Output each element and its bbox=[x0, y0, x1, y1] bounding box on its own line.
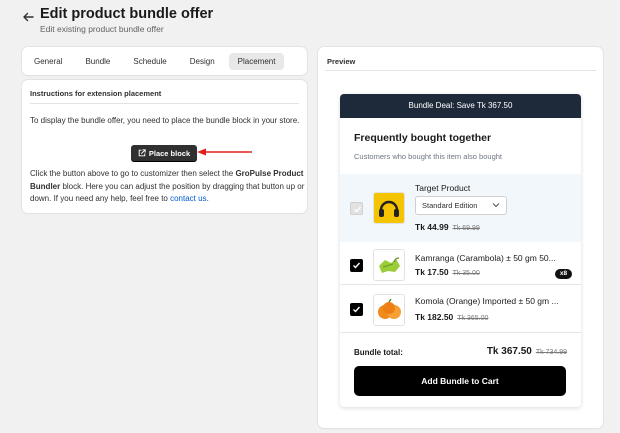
tab-general[interactable]: General bbox=[25, 53, 71, 70]
instructions-paragraph: To display the bundle offer, you need to… bbox=[30, 116, 300, 125]
price-value: Tk 182.50 bbox=[415, 312, 454, 322]
place-block-label: Place block bbox=[148, 148, 191, 158]
help-text: block. Here you can adjust the position … bbox=[30, 181, 305, 204]
product-image bbox=[373, 294, 405, 326]
bundle-total-label: Bundle total: bbox=[354, 348, 403, 357]
item-checkbox[interactable] bbox=[350, 303, 363, 316]
place-block-button[interactable]: Place block bbox=[131, 145, 197, 161]
product-image bbox=[373, 192, 405, 224]
page-title: Edit product bundle offer bbox=[40, 6, 214, 22]
tab-bundle[interactable]: Bundle bbox=[76, 53, 119, 70]
item-checkbox-disabled bbox=[350, 202, 363, 215]
chevron-down-icon bbox=[492, 203, 500, 208]
compare-price: Tk 69.99 bbox=[452, 225, 480, 232]
tabs-card: General Bundle Schedule Design Placement bbox=[22, 47, 307, 75]
bundle-item-target: Target Product Standard Edition Tk 44.99… bbox=[340, 174, 581, 242]
tab-bar: General Bundle Schedule Design Placement bbox=[22, 47, 307, 75]
compare-price: Tk 365.00 bbox=[457, 315, 489, 322]
help-text: . bbox=[206, 194, 209, 203]
bundle-total-price: Tk 367.50 Tk 734.99 bbox=[487, 346, 567, 357]
widget-title: Frequently bought together bbox=[354, 132, 492, 144]
help-text: Click the button above to go to customiz… bbox=[30, 169, 236, 178]
instructions-help-paragraph: Click the button above to go to customiz… bbox=[30, 168, 306, 206]
compare-price: Tk 35.00 bbox=[452, 270, 480, 277]
total-compare-price: Tk 734.99 bbox=[535, 349, 567, 356]
variant-select[interactable]: Standard Edition bbox=[415, 196, 507, 215]
product-image bbox=[373, 249, 405, 281]
divider bbox=[30, 103, 299, 104]
divider bbox=[325, 70, 596, 71]
preview-label: Preview bbox=[327, 57, 356, 66]
item-checkbox[interactable] bbox=[350, 259, 363, 272]
external-link-icon bbox=[138, 149, 146, 157]
orange-icon bbox=[378, 298, 401, 319]
total-value: Tk 367.50 bbox=[486, 346, 532, 357]
tab-placement[interactable]: Placement bbox=[228, 52, 285, 70]
back-arrow-icon[interactable] bbox=[22, 10, 36, 24]
bundle-widget: Bundle Deal: Save Tk 367.50 Frequently b… bbox=[340, 94, 581, 407]
quantity-badge: x8 bbox=[555, 269, 572, 279]
tab-schedule[interactable]: Schedule bbox=[124, 53, 175, 70]
add-bundle-to-cart-button[interactable]: Add Bundle to Cart bbox=[354, 366, 566, 396]
product-price: Tk 44.99 Tk 69.99 bbox=[415, 222, 480, 232]
price-value: Tk 17.50 bbox=[415, 267, 449, 277]
product-name: Target Product bbox=[415, 183, 471, 193]
price-value: Tk 44.99 bbox=[415, 222, 449, 232]
bundle-item: Komola (Orange) Imported ± 50 gm ... Tk … bbox=[340, 289, 581, 333]
instructions-title: Instructions for extension placement bbox=[30, 89, 162, 98]
product-price: Tk 182.50 Tk 365.00 bbox=[415, 312, 488, 322]
product-name: Komola (Orange) Imported ± 50 gm ... bbox=[415, 296, 559, 306]
product-name: Kamranga (Carambola) ± 50 gm 50... bbox=[415, 253, 556, 263]
annotation-arrow-icon bbox=[197, 148, 252, 156]
product-price: Tk 17.50 Tk 35.00 bbox=[415, 267, 480, 277]
widget-subtitle: Customers who bought this item also boug… bbox=[354, 152, 502, 161]
variant-value: Standard Edition bbox=[422, 201, 478, 210]
tab-design[interactable]: Design bbox=[181, 53, 224, 70]
bundle-item: Kamranga (Carambola) ± 50 gm 50... Tk 17… bbox=[340, 245, 581, 285]
page-subtitle: Edit existing product bundle offer bbox=[40, 24, 164, 34]
contact-us-link[interactable]: contact us bbox=[170, 194, 206, 203]
headphones-icon bbox=[374, 193, 404, 223]
carambola-icon bbox=[379, 257, 400, 273]
bundle-deal-banner: Bundle Deal: Save Tk 367.50 bbox=[340, 94, 581, 118]
